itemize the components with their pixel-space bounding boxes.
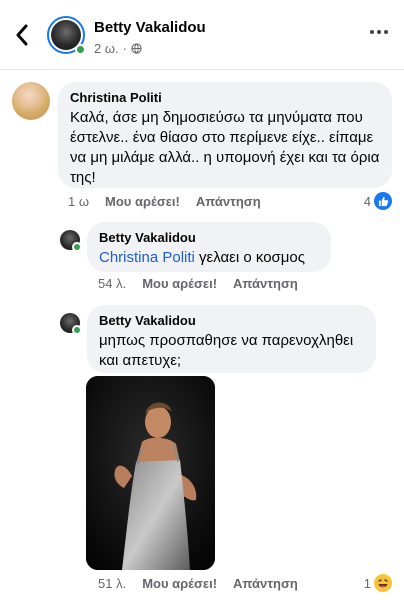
like-button[interactable]: Μου αρέσει!	[142, 576, 217, 591]
like-icon	[374, 192, 392, 210]
comment-author[interactable]: Betty Vakalidou	[99, 313, 364, 328]
comment-photo[interactable]	[86, 376, 215, 570]
more-options-button[interactable]	[370, 30, 388, 34]
comment-bubble: Betty Vakalidou Christina Politi γελαει …	[87, 222, 331, 272]
avatar-christina[interactable]	[12, 82, 50, 120]
post-meta: 2 ω. ·	[94, 41, 142, 56]
header-author-name[interactable]: Betty Vakalidou	[94, 19, 206, 36]
photo-image	[86, 376, 215, 570]
online-status-dot	[72, 242, 82, 252]
comment-text-rest: γελαει ο κοσμος	[194, 249, 306, 266]
reaction-count: 4	[363, 193, 371, 209]
reply-button[interactable]: Απάντηση	[196, 194, 261, 209]
like-button[interactable]: Μου αρέσει!	[142, 276, 217, 291]
globe-icon	[131, 43, 142, 54]
online-status-dot	[75, 44, 86, 55]
reaction-count: 1	[363, 575, 371, 591]
comment-actions: 54 λ. Μου αρέσει! Απάντηση	[98, 276, 298, 291]
like-button[interactable]: Μου αρέσει!	[105, 194, 180, 209]
header-avatar[interactable]	[47, 16, 86, 55]
mention-link[interactable]: Christina Politi	[99, 249, 195, 266]
comment-actions: 1 ω Μου αρέσει! Απάντηση	[68, 194, 261, 209]
back-button[interactable]	[12, 22, 32, 48]
comment-text: μηπως προσπαθησε να παρενοχληθει και απε…	[99, 332, 354, 369]
comment-bubble: Betty Vakalidou μηπως προσπαθησε να παρε…	[87, 305, 376, 373]
comment-actions: 51 λ. Μου αρέσει! Απάντηση	[98, 576, 298, 591]
chevron-left-icon	[16, 24, 28, 46]
reaction-summary[interactable]: 4	[364, 192, 392, 210]
online-status-dot	[72, 325, 82, 335]
reply-button[interactable]: Απάντηση	[233, 276, 298, 291]
avatar-betty[interactable]	[60, 230, 82, 252]
comment-author[interactable]: Betty Vakalidou	[99, 230, 319, 245]
haha-icon	[374, 574, 392, 592]
comment-bubble: Christina Politi Καλά, άσε μη δημοσιεύσω…	[58, 82, 392, 188]
comment-text: Καλά, άσε μη δημοσιεύσω τα μηνύματα που …	[70, 109, 380, 186]
reply-button[interactable]: Απάντηση	[233, 576, 298, 591]
comment-author[interactable]: Christina Politi	[70, 90, 380, 105]
post-time[interactable]: 2 ω.	[94, 41, 119, 56]
comment-time[interactable]: 54 λ.	[98, 276, 126, 291]
comment-time[interactable]: 51 λ.	[98, 576, 126, 591]
reaction-summary[interactable]: 1	[364, 574, 392, 592]
avatar-betty[interactable]	[60, 313, 82, 335]
comment-time[interactable]: 1 ω	[68, 194, 89, 209]
post-header: Betty Vakalidou 2 ω. ·	[0, 0, 404, 70]
comment-text: Christina Politi γελαει ο κοσμος	[99, 248, 319, 268]
